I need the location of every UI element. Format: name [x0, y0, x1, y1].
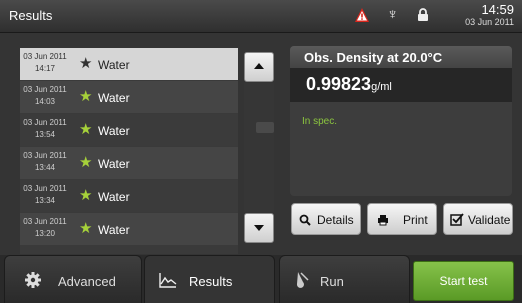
details-label: Details	[317, 213, 354, 227]
star-icon: ★	[79, 187, 93, 204]
clock-time: 14:59	[481, 2, 514, 17]
clock: 14:59 03 Jun 2011	[465, 2, 514, 28]
result-sample-name: Water	[98, 124, 130, 138]
chart-icon	[159, 273, 177, 288]
printer-icon	[378, 215, 388, 226]
details-button[interactable]: Details	[291, 203, 361, 235]
density-unit: g/ml	[371, 81, 392, 93]
result-row[interactable]: 03 Jun 2011 13:54 ★ Water	[20, 114, 238, 146]
measurement-header: Obs. Density at 20.0°C	[290, 46, 512, 68]
result-sample-name: Water	[98, 58, 130, 72]
result-time: 14:03	[34, 97, 56, 106]
scroll-down-button[interactable]	[244, 213, 274, 243]
scroll-up-button[interactable]	[244, 52, 274, 82]
star-icon: ★	[79, 55, 93, 72]
result-sample-name: Water	[98, 223, 130, 237]
start-test-label: Start test	[439, 274, 488, 288]
print-label: Print	[403, 213, 428, 227]
page-title: Results	[9, 8, 53, 23]
gear-icon	[25, 272, 41, 288]
result-time: 13:44	[34, 163, 56, 172]
result-time: 13:34	[34, 196, 56, 205]
result-date: 03 Jun 2011	[23, 85, 67, 94]
result-datetime: 03 Jun 2011 13:54	[23, 117, 67, 141]
result-date: 03 Jun 2011	[23, 217, 67, 226]
results-content: 03 Jun 2011 14:17 ★ Water 03 Jun 2011 14…	[0, 33, 522, 255]
tab-run[interactable]: Run	[279, 255, 410, 303]
tab-results[interactable]: Results	[144, 255, 275, 303]
result-row[interactable]: 03 Jun 2011 14:17 ★ Water	[20, 48, 238, 80]
result-datetime: 03 Jun 2011 14:17	[23, 51, 67, 75]
measurement-status: In spec.	[302, 116, 338, 127]
result-row[interactable]: 03 Jun 2011 13:20 ★ Water	[20, 213, 238, 245]
arrow-down-icon	[254, 225, 264, 231]
usb-icon: ♆	[387, 6, 399, 23]
measurement-title: Obs. Density at 20.0°C	[304, 50, 443, 65]
validate-button[interactable]: Validate	[443, 203, 513, 235]
result-row[interactable]: 03 Jun 2011 13:44 ★ Water	[20, 147, 238, 179]
result-time: 13:20	[34, 229, 56, 238]
tab-advanced-label: Advanced	[58, 274, 116, 289]
result-sample-name: Water	[98, 157, 130, 171]
star-icon: ★	[79, 88, 93, 105]
tab-run-label: Run	[320, 274, 344, 289]
star-icon: ★	[79, 154, 93, 171]
result-time: 13:54	[34, 130, 56, 139]
checkbox-checked-icon	[450, 213, 464, 226]
tab-results-label: Results	[189, 274, 233, 289]
result-date: 03 Jun 2011	[23, 184, 67, 193]
measurement-value-box: 0.99823g/ml	[290, 68, 512, 102]
result-row[interactable]: 03 Jun 2011 14:03 ★ Water	[20, 81, 238, 113]
result-sample-name: Water	[98, 190, 130, 204]
measurement-panel: Obs. Density at 20.0°C 0.99823g/ml In sp…	[290, 46, 512, 196]
star-icon: ★	[79, 220, 93, 237]
bottom-tab-bar: Advanced Results Run Start test	[0, 255, 522, 303]
print-button[interactable]: Print	[367, 203, 437, 235]
arrow-up-icon	[254, 63, 264, 69]
warning-icon[interactable]	[354, 7, 370, 23]
result-sample-name: Water	[98, 91, 130, 105]
result-row[interactable]: 03 Jun 2011 13:34 ★ Water	[20, 180, 238, 212]
lock-icon[interactable]	[417, 8, 429, 22]
tab-advanced[interactable]: Advanced	[4, 255, 142, 303]
run-sample-icon	[296, 272, 309, 288]
magnifier-icon	[299, 214, 311, 226]
start-test-button[interactable]: Start test	[413, 261, 514, 301]
star-icon: ★	[79, 121, 93, 138]
density-value: 0.99823	[306, 74, 372, 94]
results-list: 03 Jun 2011 14:17 ★ Water 03 Jun 2011 14…	[20, 48, 238, 254]
result-datetime: 03 Jun 2011 13:34	[23, 183, 67, 207]
measurement-value: 0.99823g/ml	[306, 74, 392, 95]
result-datetime: 03 Jun 2011 13:44	[23, 150, 67, 174]
validate-label: Validate	[468, 213, 511, 227]
list-scrollbar[interactable]	[244, 83, 274, 212]
result-date: 03 Jun 2011	[23, 151, 67, 160]
status-bar: Results ♆ 14:59 03 Jun 2011	[0, 0, 522, 33]
result-datetime: 03 Jun 2011 13:20	[23, 216, 67, 240]
result-date: 03 Jun 2011	[23, 52, 67, 61]
result-time: 14:17	[34, 64, 56, 73]
clock-date: 03 Jun 2011	[465, 17, 514, 27]
result-date: 03 Jun 2011	[23, 118, 67, 127]
result-datetime: 03 Jun 2011 14:03	[23, 84, 67, 108]
scrollbar-thumb[interactable]	[256, 122, 274, 133]
